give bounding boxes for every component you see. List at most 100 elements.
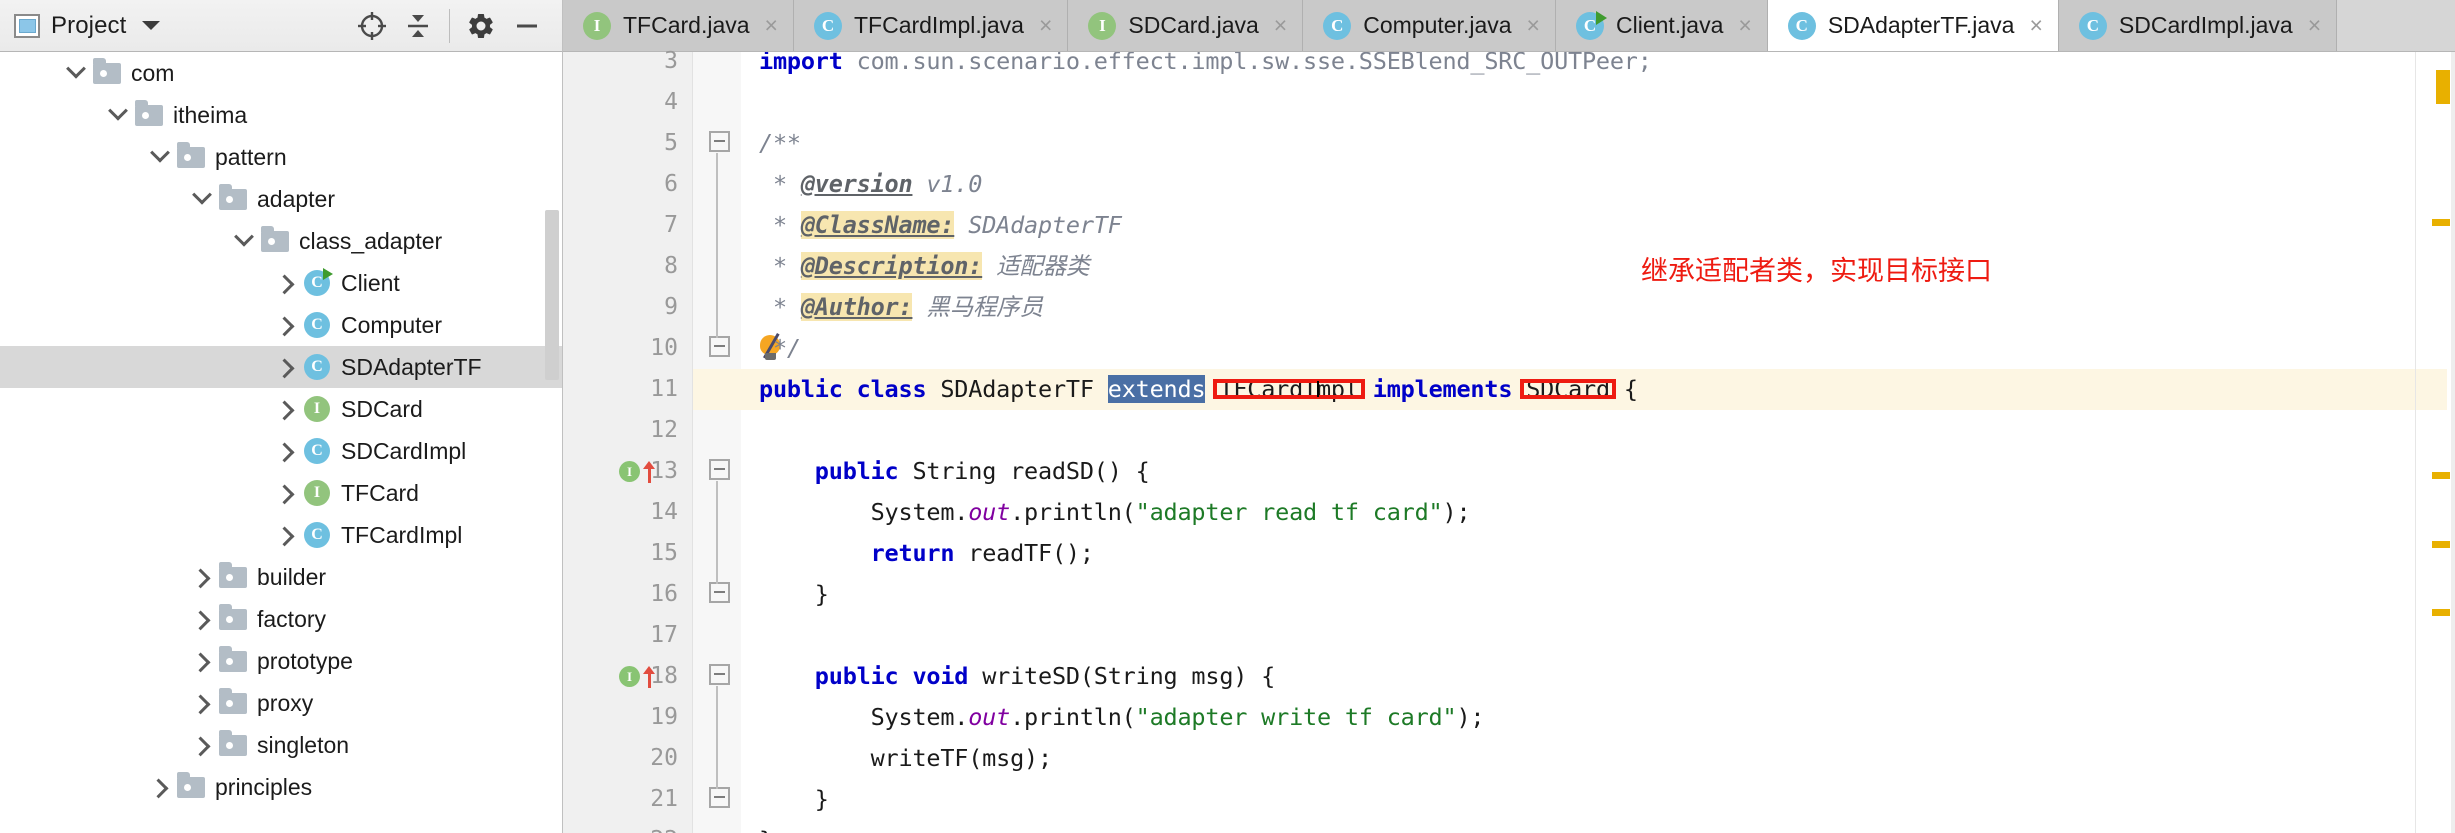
tree-node-itheima[interactable]: itheima bbox=[0, 94, 562, 136]
code-line-22[interactable]: } bbox=[741, 820, 2415, 833]
editor-scrollbar[interactable] bbox=[2451, 52, 2455, 833]
chevron-right-icon[interactable] bbox=[188, 568, 216, 589]
chevron-right-icon[interactable] bbox=[272, 358, 300, 379]
chevron-down-icon[interactable] bbox=[146, 142, 174, 164]
chevron-right-icon[interactable] bbox=[146, 778, 174, 799]
code-line-9[interactable]: * @Author: 黑马程序员 bbox=[741, 287, 2415, 328]
code-fold-toggle[interactable] bbox=[707, 451, 733, 492]
close-icon[interactable]: × bbox=[1039, 12, 1052, 39]
chevron-right-icon[interactable] bbox=[272, 400, 300, 421]
settings-gear-icon[interactable] bbox=[458, 4, 504, 48]
tree-node-com[interactable]: com bbox=[0, 52, 562, 94]
tree-node-pattern[interactable]: pattern bbox=[0, 136, 562, 178]
chevron-right-icon[interactable] bbox=[188, 694, 216, 715]
code-line-10[interactable]: */ bbox=[741, 328, 2415, 369]
editor-tab-sdadaptertf-java[interactable]: C SDAdapterTF.java × bbox=[1767, 0, 2059, 51]
tree-node-singleton[interactable]: singleton bbox=[0, 724, 562, 766]
tree-node-sdadaptertf[interactable]: C SDAdapterTF bbox=[0, 346, 562, 388]
code-line-13[interactable]: public String readSD() { bbox=[741, 451, 2415, 492]
code-line-7[interactable]: * @ClassName: SDAdapterTF bbox=[741, 205, 2415, 246]
code-line-3[interactable]: import com.sun.scenario.effect.impl.sw.s… bbox=[741, 52, 2415, 82]
chevron-down-icon[interactable] bbox=[104, 100, 132, 122]
editor-tab-tfcardimpl-java[interactable]: C TFCardImpl.java × bbox=[793, 0, 1069, 51]
interface-icon: I bbox=[300, 480, 334, 506]
implements-icon[interactable]: I bbox=[619, 461, 640, 482]
code-fold-toggle[interactable] bbox=[707, 656, 733, 697]
editor-code-area[interactable]: import com.sun.scenario.effect.impl.sw.s… bbox=[741, 52, 2415, 833]
code-line-5[interactable]: /** bbox=[741, 123, 2415, 164]
editor-fold-strip[interactable] bbox=[693, 52, 741, 833]
code-line-15[interactable]: return readTF(); bbox=[741, 533, 2415, 574]
select-opened-file-icon[interactable] bbox=[349, 4, 395, 48]
code-line-16[interactable]: } bbox=[741, 574, 2415, 615]
chevron-right-icon[interactable] bbox=[272, 442, 300, 463]
implementing-method-marker[interactable]: I bbox=[619, 656, 689, 697]
code-fold-toggle[interactable] bbox=[707, 328, 733, 369]
implements-icon[interactable]: I bbox=[619, 666, 640, 687]
code-line-19[interactable]: System.out.println("adapter write tf car… bbox=[741, 697, 2415, 738]
code-line-8[interactable]: * @Description: 适配器类 bbox=[741, 246, 2415, 287]
tree-node-prototype[interactable]: prototype bbox=[0, 640, 562, 682]
hide-panel-icon[interactable] bbox=[504, 4, 550, 48]
chevron-right-icon[interactable] bbox=[188, 736, 216, 757]
close-icon[interactable]: × bbox=[2308, 12, 2321, 39]
close-icon[interactable]: × bbox=[1274, 12, 1287, 39]
tree-node-tfcard[interactable]: I TFCard bbox=[0, 472, 562, 514]
tree-node-sdcardimpl[interactable]: C SDCardImpl bbox=[0, 430, 562, 472]
override-arrow-icon[interactable] bbox=[643, 665, 656, 688]
code-line-20[interactable]: writeTF(msg); bbox=[741, 738, 2415, 779]
implementing-method-marker[interactable]: I bbox=[619, 451, 689, 492]
tree-node-proxy[interactable]: proxy bbox=[0, 682, 562, 724]
override-arrow-icon[interactable] bbox=[643, 460, 656, 483]
chevron-right-icon[interactable] bbox=[272, 316, 300, 337]
code-line-11[interactable]: public class SDAdapterTF extends TFCardI… bbox=[741, 369, 2415, 410]
warning-marker[interactable] bbox=[2432, 609, 2450, 616]
code-line-18[interactable]: public void writeSD(String msg) { bbox=[741, 656, 2415, 697]
chevron-down-icon[interactable] bbox=[62, 58, 90, 80]
tree-node-computer[interactable]: C Computer bbox=[0, 304, 562, 346]
code-line-17[interactable] bbox=[741, 615, 2415, 656]
editor-marker-track[interactable] bbox=[2415, 52, 2455, 833]
tree-node-tfcardimpl[interactable]: C TFCardImpl bbox=[0, 514, 562, 556]
chevron-right-icon[interactable] bbox=[272, 484, 300, 505]
code-fold-toggle[interactable] bbox=[707, 779, 733, 820]
editor-tab-sdcard-java[interactable]: I SDCard.java × bbox=[1068, 0, 1304, 51]
code-line-4[interactable] bbox=[741, 82, 2415, 123]
editor-tab-client-java[interactable]: C Client.java × bbox=[1555, 0, 1768, 51]
chevron-down-icon[interactable] bbox=[230, 226, 258, 248]
editor-tab-computer-java[interactable]: C Computer.java × bbox=[1303, 0, 1556, 51]
editor-gutter[interactable]: 345678910111213141516171819202122II bbox=[563, 48, 693, 833]
warning-marker[interactable] bbox=[2432, 219, 2450, 226]
code-fold-toggle[interactable] bbox=[707, 123, 733, 164]
code-fold-toggle[interactable] bbox=[707, 574, 733, 615]
tree-node-class_adapter[interactable]: class_adapter bbox=[0, 220, 562, 262]
close-icon[interactable]: × bbox=[1738, 12, 1751, 39]
project-tree-scrollbar[interactable] bbox=[545, 210, 559, 380]
warning-marker[interactable] bbox=[2432, 541, 2450, 548]
close-icon[interactable]: × bbox=[2029, 12, 2042, 39]
tree-node-builder[interactable]: builder bbox=[0, 556, 562, 598]
tree-node-client[interactable]: C Client bbox=[0, 262, 562, 304]
code-line-12[interactable] bbox=[741, 410, 2415, 451]
tree-node-principles[interactable]: principles bbox=[0, 766, 562, 808]
chevron-down-icon[interactable] bbox=[142, 21, 161, 30]
warning-marker[interactable] bbox=[2436, 70, 2450, 104]
code-editor[interactable]: 345678910111213141516171819202122II impo… bbox=[563, 48, 2455, 833]
chevron-right-icon[interactable] bbox=[272, 526, 300, 547]
code-line-14[interactable]: System.out.println("adapter read tf card… bbox=[741, 492, 2415, 533]
editor-tab-sdcardimpl-java[interactable]: C SDCardImpl.java × bbox=[2058, 0, 2338, 51]
chevron-down-icon[interactable] bbox=[188, 184, 216, 206]
close-icon[interactable]: × bbox=[765, 12, 778, 39]
tree-node-sdcard[interactable]: I SDCard bbox=[0, 388, 562, 430]
project-panel-button[interactable]: Project bbox=[14, 12, 161, 40]
collapse-all-icon[interactable] bbox=[395, 4, 441, 48]
chevron-right-icon[interactable] bbox=[188, 610, 216, 631]
close-icon[interactable]: × bbox=[1527, 12, 1540, 39]
code-line-21[interactable]: } bbox=[741, 779, 2415, 820]
code-line-6[interactable]: * @version v1.0 bbox=[741, 164, 2415, 205]
chevron-right-icon[interactable] bbox=[272, 274, 300, 295]
chevron-right-icon[interactable] bbox=[188, 652, 216, 673]
tree-node-factory[interactable]: factory bbox=[0, 598, 562, 640]
tree-node-adapter[interactable]: adapter bbox=[0, 178, 562, 220]
warning-marker[interactable] bbox=[2432, 472, 2450, 479]
